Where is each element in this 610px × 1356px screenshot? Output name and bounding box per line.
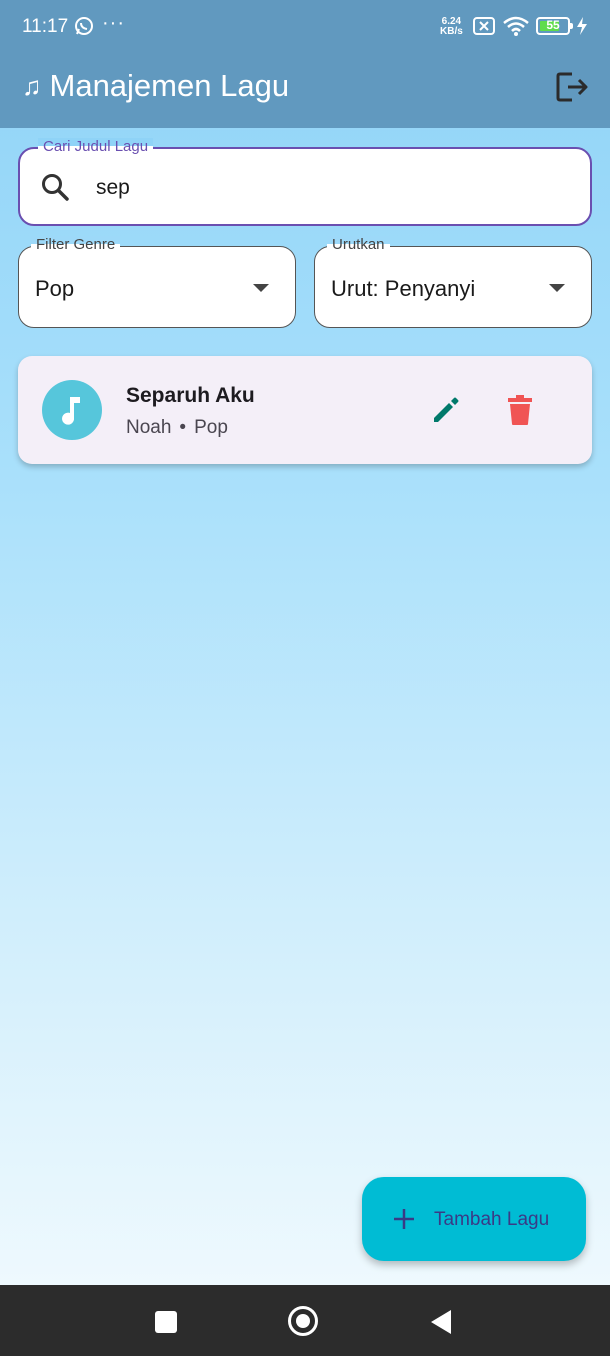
pencil-icon[interactable] bbox=[430, 394, 462, 426]
app-bar: 11:17 ··· 6.24 KB/s 55 ♫ Manajemen Lagu bbox=[0, 0, 610, 128]
charging-icon bbox=[577, 17, 587, 35]
music-note-icon: ♫ bbox=[22, 70, 42, 101]
add-song-button[interactable]: Tambah Lagu bbox=[362, 1177, 586, 1261]
search-field[interactable]: Cari Judul Lagu sep bbox=[18, 138, 592, 226]
song-list-item[interactable]: Separuh Aku Noah • Pop bbox=[18, 356, 592, 464]
genre-filter-dropdown[interactable]: Filter Genre Pop bbox=[18, 236, 296, 328]
whatsapp-icon bbox=[75, 17, 93, 35]
music-note-icon bbox=[62, 397, 80, 425]
recent-apps-button[interactable] bbox=[155, 1311, 177, 1333]
sort-label: Urutkan bbox=[327, 236, 390, 254]
status-time: 11:17 bbox=[22, 16, 69, 37]
logout-icon[interactable] bbox=[554, 70, 590, 104]
more-notifications-icon: ··· bbox=[102, 12, 125, 34]
wifi-icon bbox=[503, 16, 529, 36]
home-button[interactable] bbox=[288, 1306, 318, 1336]
song-artist: Noah bbox=[126, 417, 172, 438]
search-field-label: Cari Judul Lagu bbox=[38, 138, 154, 156]
network-speed-unit: KB/s bbox=[440, 26, 463, 37]
page-title-text: Manajemen Lagu bbox=[49, 68, 290, 103]
network-speed: 6.24 KB/s bbox=[440, 17, 463, 37]
no-sim-icon bbox=[473, 17, 495, 35]
battery-icon: 55 bbox=[536, 17, 573, 35]
sort-dropdown[interactable]: Urutkan Urut: Penyanyi bbox=[314, 236, 592, 328]
genre-filter-value: Pop bbox=[35, 276, 75, 301]
song-avatar bbox=[42, 380, 102, 440]
song-subtitle: Noah • Pop bbox=[126, 417, 228, 439]
battery-level: 55 bbox=[546, 18, 560, 32]
search-icon bbox=[42, 174, 69, 201]
genre-filter-label: Filter Genre bbox=[31, 236, 121, 254]
search-input[interactable]: sep bbox=[96, 176, 130, 200]
trash-icon[interactable] bbox=[506, 394, 534, 426]
dropdown-arrow-icon bbox=[549, 284, 565, 292]
dropdown-arrow-icon bbox=[253, 284, 269, 292]
page-title: ♫ Manajemen Lagu bbox=[22, 68, 289, 104]
song-subtitle-separator: • bbox=[179, 417, 187, 438]
song-genre: Pop bbox=[194, 417, 228, 438]
song-title: Separuh Aku bbox=[126, 384, 255, 407]
plus-icon bbox=[394, 1209, 414, 1229]
status-bar: 11:17 ··· 6.24 KB/s 55 bbox=[0, 0, 610, 56]
system-nav-bar bbox=[0, 1285, 610, 1356]
add-song-button-label: Tambah Lagu bbox=[434, 1209, 550, 1230]
back-button[interactable] bbox=[430, 1309, 452, 1335]
sort-value: Urut: Penyanyi bbox=[331, 276, 476, 301]
